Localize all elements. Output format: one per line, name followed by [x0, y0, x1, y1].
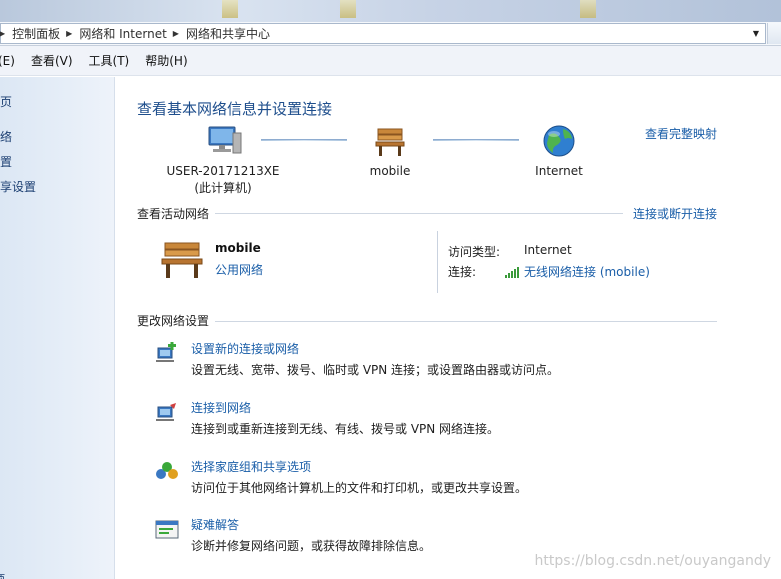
wireless-connection-label: 无线网络连接 (mobile) [524, 265, 650, 279]
panel-divider [437, 231, 438, 293]
active-networks-heading: 查看活动网络 [137, 207, 210, 221]
signal-strength-icon [505, 266, 521, 278]
task-title-setup[interactable]: 设置新的连接或网络 [191, 340, 299, 357]
globe-icon [539, 123, 579, 161]
window-title-strip [0, 0, 781, 22]
task-desc-connect: 连接到或重新连接到无线、有线、拨号或 VPN 网络连接。 [191, 422, 500, 436]
main-content: 查看基本网络信息并设置连接 查看完整映射 USER-20171213XE (此计… [116, 77, 781, 579]
task-connect-network: 连接到网络 连接到或重新连接到无线、有线、拨号或 VPN 网络连接。 [154, 399, 714, 439]
mobile-network-node[interactable]: mobile [360, 123, 420, 180]
computer-subtitle: (此计算机) [194, 181, 252, 195]
watermark: https://blog.csdn.net/ouyangandy [534, 553, 771, 569]
connection-line [261, 139, 347, 141]
menu-tools[interactable]: 工具(T) [89, 52, 130, 69]
network-type-link[interactable]: 公用网络 [215, 261, 263, 278]
menu-bar: (E) 查看(V) 工具(T) 帮助(H) [0, 46, 781, 76]
task-setup-connection: 设置新的连接或网络 设置无线、宽带、拨号、临时或 VPN 连接；或设置路由器或访… [154, 340, 714, 380]
section-divider [215, 321, 717, 322]
computer-name: USER-20171213XE [166, 164, 280, 178]
troubleshoot-icon [154, 518, 180, 542]
chevron-right-icon[interactable]: ▶ [0, 29, 5, 38]
chevron-right-icon[interactable]: ▶ [66, 29, 72, 38]
computer-node[interactable]: USER-20171213XE (此计算机) [163, 123, 283, 197]
wireless-connection-link[interactable]: 无线网络连接 (mobile) [505, 263, 650, 280]
menu-help[interactable]: 帮助(H) [145, 52, 187, 69]
page-title: 查看基本网络信息并设置连接 [137, 100, 333, 118]
task-title-homegroup[interactable]: 选择家庭组和共享选项 [191, 458, 311, 475]
task-desc-setup: 设置无线、宽带、拨号、临时或 VPN 连接；或设置路由器或访问点。 [191, 363, 560, 377]
breadcrumb-network-internet[interactable]: 网络和 Internet [79, 24, 166, 43]
refresh-button[interactable] [767, 23, 781, 44]
network-name: mobile [215, 241, 261, 255]
new-connection-icon [154, 342, 180, 366]
address-field[interactable]: ▶ 控制面板 ▶ 网络和 Internet ▶ 网络和共享中心 ▼ [0, 23, 766, 44]
access-type-label: 访问类型: [448, 245, 501, 259]
change-settings-heading: 更改网络设置 [137, 314, 210, 328]
task-title-troubleshoot[interactable]: 疑难解答 [191, 516, 239, 533]
task-desc-troubleshoot: 诊断并修复网络问题，或获得故障排除信息。 [191, 539, 432, 553]
internet-node[interactable]: Internet [529, 123, 589, 180]
computer-icon [203, 123, 243, 161]
menu-edit[interactable]: (E) [0, 54, 15, 68]
homegroup-icon [154, 460, 180, 484]
task-desc-homegroup: 访问位于其他网络计算机上的文件和打印机，或更改共享设置。 [191, 481, 528, 495]
connect-network-icon [154, 401, 180, 425]
menu-view[interactable]: 查看(V) [31, 52, 73, 69]
desktop-deco [340, 0, 356, 18]
access-type-value: Internet [524, 243, 572, 257]
address-dropdown-icon[interactable]: ▼ [753, 29, 759, 38]
section-divider [215, 213, 623, 214]
sidebar-item-sharing-settings[interactable]: 共享设置 [0, 178, 36, 195]
left-sidebar: 主页 网络 设置 共享设置 项 [0, 77, 115, 579]
connections-label: 连接: [448, 265, 477, 279]
breadcrumb-control-panel[interactable]: 控制面板 [12, 24, 60, 43]
internet-node-label: Internet [535, 164, 583, 178]
task-title-connect[interactable]: 连接到网络 [191, 399, 251, 416]
address-bar: ▶ 控制面板 ▶ 网络和 Internet ▶ 网络和共享中心 ▼ [0, 22, 781, 46]
task-troubleshoot: 疑难解答 诊断并修复网络问题，或获得故障排除信息。 [154, 516, 714, 556]
connect-or-disconnect-link[interactable]: 连接或断开连接 [633, 205, 717, 222]
bench-icon [370, 123, 410, 161]
sidebar-item-bottom[interactable]: 项 [0, 571, 5, 579]
connection-line [433, 139, 519, 141]
sidebar-item-home[interactable]: 主页 [0, 93, 12, 110]
sidebar-item-manage-networks[interactable]: 网络 [0, 128, 12, 145]
view-full-map-link[interactable]: 查看完整映射 [645, 125, 717, 142]
desktop-deco [222, 0, 238, 18]
bench-icon[interactable] [155, 239, 209, 283]
breadcrumb-network-sharing-center[interactable]: 网络和共享中心 [186, 24, 270, 43]
mobile-node-label: mobile [369, 164, 411, 178]
chevron-right-icon[interactable]: ▶ [173, 29, 179, 38]
task-homegroup: 选择家庭组和共享选项 访问位于其他网络计算机上的文件和打印机，或更改共享设置。 [154, 458, 714, 498]
sidebar-item-adapter-settings[interactable]: 设置 [0, 153, 12, 170]
active-network-panel: mobile 公用网络 访问类型: Internet 连接: 无线网络连接 (m… [137, 231, 717, 301]
desktop-deco [580, 0, 596, 18]
